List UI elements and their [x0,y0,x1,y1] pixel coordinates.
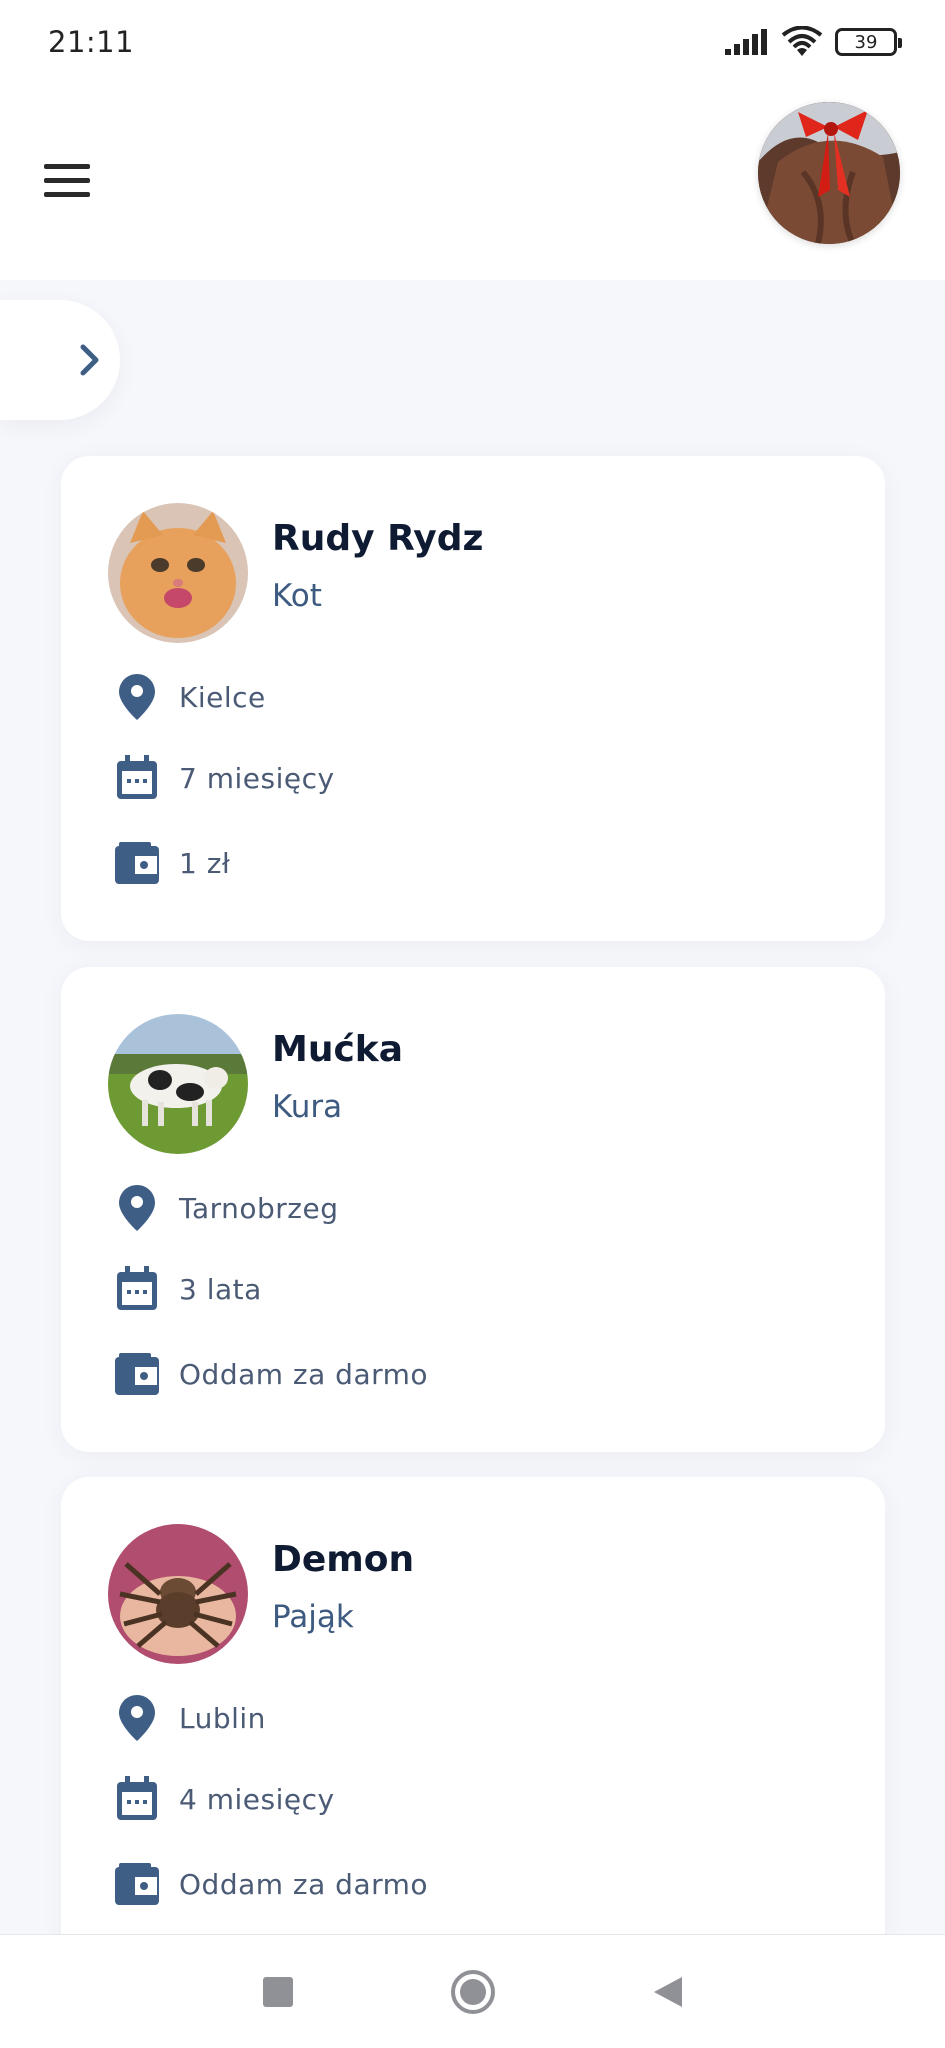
pet-name: Demon [272,1539,415,1580]
pet-photo [108,1014,248,1154]
pet-card[interactable]: Mućka Kura Tarnobrzeg 3 lata Oddam za da… [61,967,885,1452]
chevron-right-icon [80,344,99,376]
wallet-icon [113,839,161,887]
home-circle-icon[interactable] [443,1962,503,2022]
age-row: 7 miesięcy [113,753,335,803]
pet-card[interactable]: Demon Pająk Lublin 4 miesięcy Oddam za d… [61,1477,885,1962]
location-pin-icon [113,673,161,721]
pet-price: Oddam za darmo [179,1357,429,1391]
pet-price: Oddam za darmo [179,1867,429,1901]
wifi-icon [781,26,823,56]
pet-species: Kot [272,578,322,614]
age-row: 3 lata [113,1264,262,1314]
battery-level: 39 [854,31,878,53]
calendar-icon [113,1775,161,1823]
wallet-icon [113,1860,161,1908]
pet-location: Lublin [179,1701,266,1735]
avatar-image [758,102,900,244]
location-row: Tarnobrzeg [113,1183,339,1233]
app-header [0,84,945,280]
pet-photo [108,1524,248,1664]
pet-name: Mućka [272,1029,404,1070]
status-bar: 21:11 39 [0,0,945,84]
signal-icon [725,29,767,55]
side-drawer-toggle[interactable] [0,300,120,420]
calendar-icon [113,1265,161,1313]
recent-apps-square-icon[interactable] [248,1962,308,2022]
battery-icon: 39 [835,28,902,56]
location-pin-icon [113,1694,161,1742]
status-icons: 39 [725,26,902,58]
pet-price: 1 zł [179,846,231,880]
pet-name: Rudy Rydz [272,518,484,559]
location-pin-icon [113,1184,161,1232]
user-avatar[interactable] [758,102,900,244]
calendar-icon [113,754,161,802]
price-row: 1 zł [113,838,230,888]
status-time: 21:11 [48,25,135,59]
pet-location: Tarnobrzeg [179,1191,339,1225]
age-row: 4 miesięcy [113,1774,335,1824]
location-row: Lublin [113,1693,266,1743]
pet-card[interactable]: Rudy Rydz Kot Kielce 7 miesięcy 1 zł [61,456,885,941]
pet-photo [108,503,248,643]
wallet-icon [113,1350,161,1398]
pet-species: Kura [272,1089,343,1125]
pet-age: 7 miesięcy [179,761,335,795]
price-row: Oddam za darmo [113,1349,428,1399]
price-row: Oddam za darmo [113,1859,428,1909]
location-row: Kielce [113,672,266,722]
hamburger-menu-icon[interactable] [44,154,96,206]
system-nav-bar [0,1934,945,2048]
pet-species: Pająk [272,1599,354,1635]
back-triangle-icon[interactable] [638,1962,698,2022]
pet-age: 4 miesięcy [179,1782,335,1816]
pet-age: 3 lata [179,1272,262,1306]
pet-location: Kielce [179,680,266,714]
